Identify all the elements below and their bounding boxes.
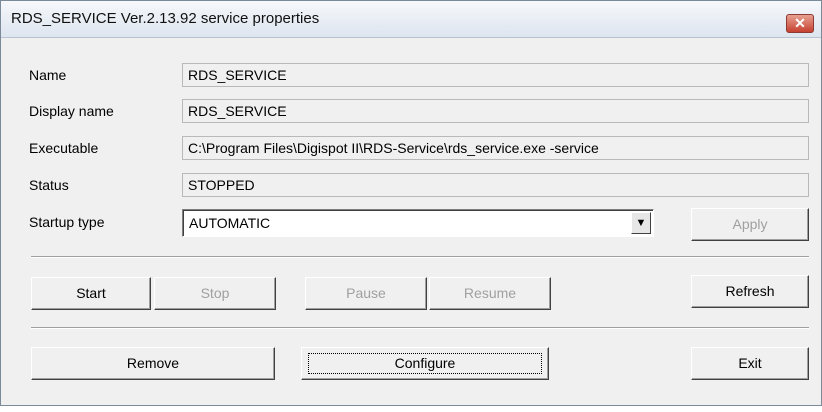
chevron-down-icon[interactable]: ▼ — [631, 212, 651, 234]
startup-type-select[interactable]: AUTOMATIC ▼ — [182, 209, 654, 237]
close-button[interactable]: ✕ — [786, 14, 814, 33]
service-properties-window: RDS_SERVICE Ver.2.13.92 service properti… — [0, 0, 822, 406]
status-field: STOPPED — [182, 173, 809, 197]
title-bar[interactable]: RDS_SERVICE Ver.2.13.92 service properti… — [1, 1, 821, 38]
executable-label: Executable — [29, 140, 99, 156]
separator-top — [31, 256, 809, 258]
resume-button[interactable]: Resume — [429, 277, 551, 310]
name-field: RDS_SERVICE — [182, 63, 809, 87]
configure-button[interactable]: Configure — [301, 347, 549, 380]
pause-button[interactable]: Pause — [305, 277, 427, 310]
startup-type-value: AUTOMATIC — [189, 215, 271, 231]
display-name-label: Display name — [29, 103, 114, 119]
status-label: Status — [29, 177, 69, 193]
separator-bottom — [31, 327, 809, 329]
apply-button[interactable]: Apply — [691, 208, 809, 241]
executable-field: C:\Program Files\Digispot II\RDS-Service… — [182, 136, 809, 160]
stop-button[interactable]: Stop — [154, 277, 276, 310]
startup-type-label: Startup type — [29, 214, 105, 230]
window-title: RDS_SERVICE Ver.2.13.92 service properti… — [11, 10, 320, 27]
remove-button[interactable]: Remove — [31, 347, 275, 380]
start-button[interactable]: Start — [31, 277, 151, 310]
display-name-field: RDS_SERVICE — [182, 99, 809, 123]
exit-button[interactable]: Exit — [691, 347, 809, 380]
focus-indicator — [308, 353, 542, 374]
name-label: Name — [29, 67, 67, 83]
refresh-button[interactable]: Refresh — [691, 275, 809, 308]
